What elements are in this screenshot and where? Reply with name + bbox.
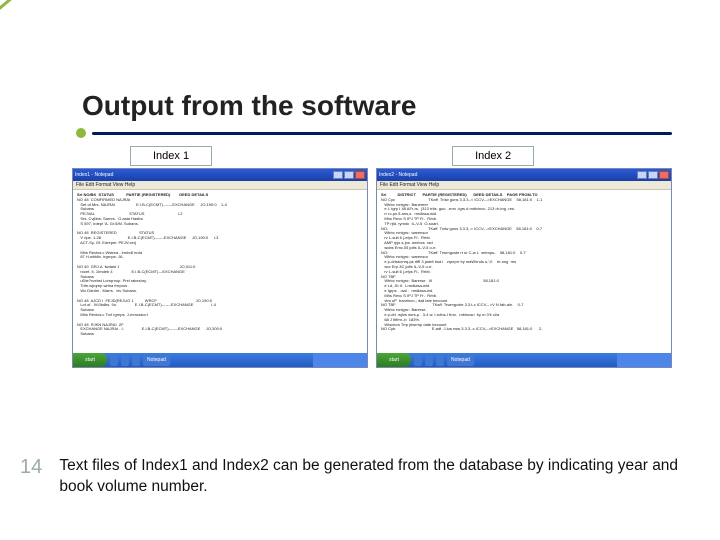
window-titlebar: Index1 - Notepad (73, 169, 367, 181)
system-tray (617, 353, 671, 367)
taskbar: start Notepad (73, 353, 367, 367)
caption-text: Text files of Index1 and Index2 can be g… (59, 456, 680, 498)
title-rule (76, 128, 672, 138)
task-item: Notepad (447, 355, 474, 366)
maximize-icon (344, 171, 354, 179)
content-body: NO Cyc TKaff Trdw guns 3,3.3,-< ICCV,-->… (381, 197, 543, 332)
screenshot-labels: Index 1 Index 2 (130, 146, 672, 166)
slide-title: Output from the software (82, 90, 672, 122)
window-titlebar: Index2 - Notepad (377, 169, 671, 181)
task-item (425, 355, 433, 366)
window-buttons (637, 171, 669, 179)
start-button: start (73, 353, 107, 367)
task-item: Notepad (143, 355, 170, 366)
minimize-icon (637, 171, 647, 179)
slide: Output from the software Index 1 Index 2… (0, 0, 720, 368)
minimize-icon (333, 171, 343, 179)
menubar: File Edit Format View Help (73, 181, 367, 190)
screenshot-index2: Index2 - Notepad File Edit Format View H… (376, 168, 672, 368)
screenshot-index1: Index1 - Notepad File Edit Format View H… (72, 168, 368, 368)
notepad-content: Srl DISTRICT PARTIE (REGISTERED) DEED DE… (377, 190, 671, 353)
window-title: Index2 - Notepad (379, 172, 417, 178)
label-index1: Index 1 (130, 146, 212, 166)
system-tray (313, 353, 367, 367)
task-item (436, 355, 444, 366)
taskbar: start Notepad (377, 353, 671, 367)
close-icon (355, 171, 365, 179)
task-item (414, 355, 422, 366)
start-button: start (377, 353, 411, 367)
maximize-icon (648, 171, 658, 179)
footer: 14 Text files of Index1 and Index2 can b… (0, 456, 720, 498)
window-buttons (333, 171, 365, 179)
horizontal-rule (92, 132, 672, 135)
menubar: File Edit Format View Help (377, 181, 671, 190)
content-body: NO 48 CONFIRMED NAJRAI Set of Mrs. NAJRA… (77, 197, 227, 336)
task-item (121, 355, 129, 366)
label-index2: Index 2 (452, 146, 534, 166)
close-icon (659, 171, 669, 179)
task-item (110, 355, 118, 366)
page-number: 14 (20, 456, 47, 479)
bullet-dot-icon (76, 128, 86, 138)
task-item (132, 355, 140, 366)
notepad-content: Srl NO/BK STATUS PARTIE (REGISTERED) DEE… (73, 190, 367, 353)
screenshots-row: Index1 - Notepad File Edit Format View H… (72, 168, 672, 368)
window-title: Index1 - Notepad (75, 172, 113, 178)
